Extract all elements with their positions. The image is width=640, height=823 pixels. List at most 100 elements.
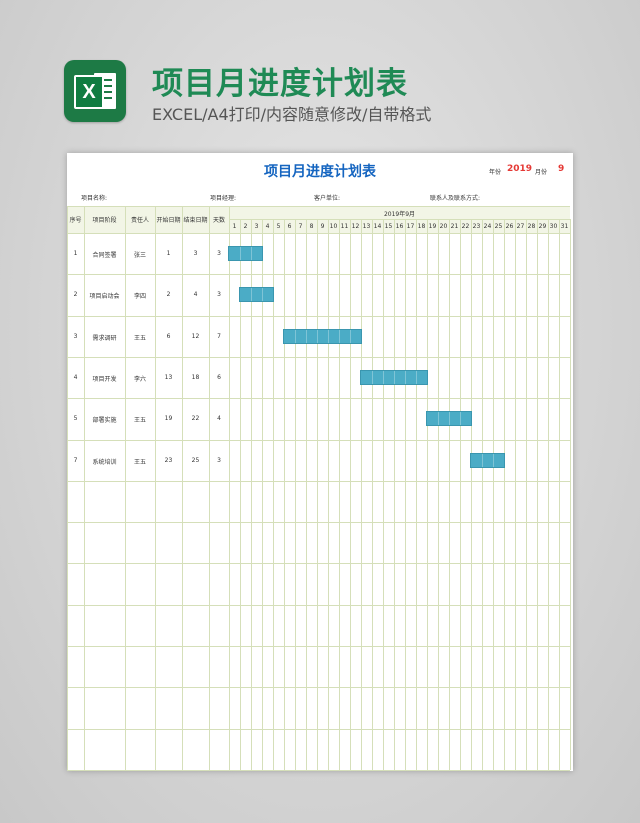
year-label: 年份	[489, 169, 502, 176]
grid-day-line	[284, 219, 285, 770]
table-cell-end: 4	[193, 291, 198, 299]
gantt-bar-divider	[438, 412, 439, 426]
grid-day-line	[416, 219, 417, 770]
table-cell-stage: 部署实施	[92, 417, 117, 425]
table-cell-owner: 王五	[133, 458, 146, 466]
day-number: 18	[417, 223, 426, 230]
grid-row-line	[67, 563, 570, 564]
month-header: 2019年9月	[383, 211, 416, 218]
table-cell-owner: 王五	[133, 334, 146, 342]
day-number: 20	[439, 223, 448, 230]
info-contact: 联系人及联系方式:	[430, 195, 481, 202]
day-number: 24	[483, 223, 492, 230]
grid-day-line	[427, 219, 428, 770]
column-header: 结束日期	[183, 217, 208, 224]
table-cell-owner: 王五	[133, 417, 146, 425]
table-cell-end: 12	[191, 332, 200, 340]
gantt-bar-divider	[295, 329, 296, 343]
gantt-bar-divider	[350, 329, 351, 343]
grid-row-line	[67, 206, 570, 207]
grid-day-line	[273, 219, 274, 770]
table-cell-end: 18	[191, 373, 200, 381]
table-cell-end: 3	[193, 250, 198, 257]
column-header: 责任人	[130, 217, 149, 224]
day-number: 31	[560, 223, 569, 230]
grid-row-line	[67, 522, 570, 523]
grid-row-line	[229, 219, 570, 220]
gantt-bar-divider	[306, 329, 307, 343]
page-title: 项目月进度计划表	[152, 66, 408, 102]
table-cell-start: 19	[164, 415, 173, 423]
day-number: 28	[527, 223, 536, 230]
day-number: 22	[461, 223, 470, 230]
day-number: 5	[276, 223, 281, 230]
grid-day-line	[394, 219, 395, 770]
table-cell-start: 1	[166, 250, 171, 257]
info-client: 客户单位:	[314, 195, 341, 202]
table-cell-no: 3	[73, 332, 78, 340]
grid-day-line	[262, 219, 263, 770]
grid-day-line	[526, 219, 527, 770]
grid-row-line	[67, 274, 570, 275]
gantt-bar-divider	[328, 329, 329, 343]
grid-row-line	[67, 233, 570, 234]
spreadsheet-preview: 项目月进度计划表 年份 2019 月份 9 项目名称: 项目经理: 客户单位: …	[67, 153, 573, 771]
table-cell-stage: 合同签署	[92, 252, 117, 259]
grid-day-line	[438, 219, 439, 770]
day-number: 3	[254, 223, 259, 230]
day-number: 4	[265, 223, 270, 230]
excel-icon: X	[64, 60, 126, 122]
grid-row-line	[67, 481, 570, 482]
grid-day-line	[449, 219, 450, 770]
day-number: 11	[340, 223, 349, 230]
table-cell-start: 13	[164, 373, 173, 381]
day-number: 16	[395, 223, 404, 230]
grid-day-line	[240, 219, 241, 770]
grid-row-line	[67, 398, 570, 399]
gantt-bar-divider	[416, 370, 417, 384]
gantt-bar-divider	[262, 288, 263, 302]
gantt-bar-divider	[405, 370, 406, 384]
table-cell-end: 22	[191, 415, 200, 423]
gantt-bar-divider	[493, 453, 494, 467]
table-cell-start: 2	[166, 291, 171, 299]
grid-day-line	[328, 219, 329, 770]
grid-day-line	[251, 219, 252, 770]
table-cell-stage: 项目开发	[92, 375, 117, 383]
year-value: 2019	[507, 164, 533, 174]
info-project-manager: 项目经理:	[210, 195, 237, 202]
day-number: 29	[538, 223, 547, 230]
table-cell-no: 1	[73, 250, 78, 257]
grid-row-line	[67, 440, 570, 441]
table-cell-no: 2	[73, 291, 78, 299]
gantt-bar	[228, 246, 263, 261]
day-number: 30	[549, 223, 558, 230]
grid-day-line	[515, 219, 516, 770]
day-number: 6	[287, 223, 292, 230]
day-number: 2	[243, 223, 248, 230]
gantt-bar-divider	[240, 247, 241, 260]
gantt-bar-divider	[383, 370, 384, 384]
grid-day-line	[306, 219, 307, 770]
table-cell-no: 4	[73, 373, 78, 381]
day-number: 10	[329, 223, 338, 230]
day-number: 26	[505, 223, 514, 230]
table-cell-stage: 系统培训	[92, 458, 117, 466]
column-header: 开始日期	[156, 217, 181, 224]
day-number: 8	[309, 223, 314, 230]
day-number: 1	[232, 223, 237, 230]
table-cell-start: 23	[164, 456, 173, 464]
grid-row-line	[67, 770, 570, 771]
grid-day-line	[471, 219, 472, 770]
day-number: 12	[351, 223, 360, 230]
grid-row-line	[67, 646, 570, 647]
grid-day-line	[570, 219, 571, 770]
table-cell-days: 3	[217, 250, 221, 257]
day-number: 19	[428, 223, 437, 230]
info-project-name: 项目名称:	[81, 195, 108, 202]
day-number: 9	[320, 223, 325, 230]
grid-row-line	[67, 357, 570, 358]
table-cell-owner: 李六	[133, 375, 146, 383]
grid-row-line	[67, 687, 570, 688]
month-value: 9	[558, 164, 565, 174]
